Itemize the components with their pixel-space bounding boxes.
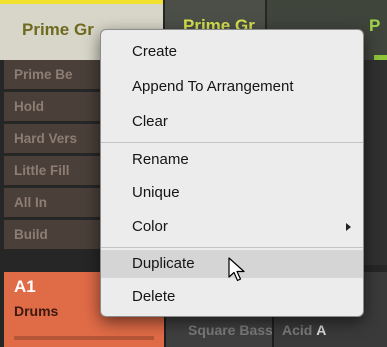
group-name: Square Bass: [188, 322, 273, 338]
menu-item-rename[interactable]: Rename: [101, 146, 363, 174]
menu-separator: [101, 142, 363, 143]
group-name: Drums: [14, 303, 59, 319]
pattern-item[interactable]: Little Fill: [4, 156, 110, 185]
pattern-item[interactable]: All In: [4, 188, 110, 217]
mouse-pointer-icon: [228, 257, 245, 282]
group-name: Acid A: [282, 322, 327, 338]
menu-item-clear[interactable]: Clear: [101, 108, 363, 136]
menu-item-color[interactable]: Color: [101, 213, 363, 241]
chevron-right-icon: [346, 223, 351, 231]
pattern-item[interactable]: Build: [4, 220, 110, 249]
group-level-bar: [14, 336, 154, 340]
scene-tab-label: Prime Gr: [22, 20, 94, 39]
pattern-item[interactable]: Prime Be: [4, 60, 110, 89]
menu-item-append-to-arrangement[interactable]: Append To Arrangement: [101, 73, 363, 101]
menu-item-delete[interactable]: Delete: [101, 283, 363, 311]
menu-item-create[interactable]: Create: [101, 38, 363, 66]
pattern-list: Prime Be Hold Hard Vers Little Fill All …: [4, 60, 110, 252]
menu-item-unique[interactable]: Unique: [101, 179, 363, 207]
app-stage: Prime Gr Prime Gr P Prime Be Hold Hard V…: [0, 0, 387, 347]
pattern-item[interactable]: Hold: [4, 92, 110, 121]
group-code: A1: [14, 277, 36, 296]
pattern-item[interactable]: Hard Vers: [4, 124, 110, 153]
menu-separator: [101, 247, 363, 248]
menu-item-label: Color: [132, 218, 168, 235]
scene-tab-label: P: [369, 16, 381, 35]
